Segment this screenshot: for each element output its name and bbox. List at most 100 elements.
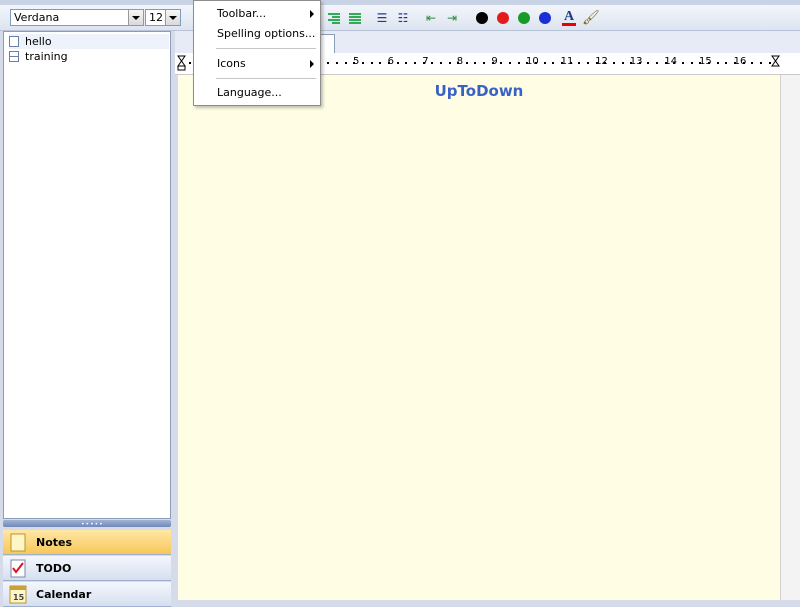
ruler-tick xyxy=(621,62,624,64)
ruler-tick xyxy=(422,62,425,64)
menu-separator xyxy=(216,48,316,49)
ruler-tick xyxy=(578,62,581,64)
ruler-tick xyxy=(517,62,520,64)
ruler-tick xyxy=(474,62,477,64)
right-indent-marker[interactable] xyxy=(771,55,780,71)
ruler-tick xyxy=(699,62,702,64)
submenu-arrow-icon xyxy=(310,60,314,68)
menu-item-language[interactable]: Language... xyxy=(196,83,318,103)
menu-item-toolbar[interactable]: Toolbar... xyxy=(196,4,318,24)
font-color-icon[interactable]: A xyxy=(561,9,577,27)
left-indent-marker[interactable] xyxy=(177,55,186,71)
ruler-tick xyxy=(569,62,572,64)
highlight-brush-icon[interactable]: 🖌 xyxy=(582,10,600,26)
menu-item-label: Toolbar... xyxy=(217,7,267,20)
menu-item-label: Spelling options... xyxy=(217,27,316,40)
ruler-tick xyxy=(716,62,719,64)
menu-item-icons[interactable]: Icons xyxy=(196,54,318,74)
font-name-value: Verdana xyxy=(14,11,60,24)
todo-icon xyxy=(10,559,26,578)
ruler-tick xyxy=(362,62,364,64)
note-editor[interactable]: UpToDown xyxy=(178,75,780,600)
calendar-icon-day: 15 xyxy=(13,593,25,602)
ruler-tick xyxy=(768,62,771,64)
ruler-tick xyxy=(742,62,745,64)
font-name-select[interactable]: Verdana xyxy=(10,9,144,26)
ruler-tick xyxy=(344,62,347,64)
ruler-tick xyxy=(647,62,650,64)
ruler-tick xyxy=(379,62,382,64)
ruler-tick xyxy=(708,62,710,64)
font-size-value: 12 xyxy=(149,11,163,24)
ruler-tick xyxy=(448,62,451,64)
editor-vertical-scrollbar[interactable] xyxy=(780,75,800,600)
indent-decrease-icon[interactable]: ⇤ xyxy=(423,11,439,25)
ruler-tick xyxy=(630,62,633,64)
ruler-tick xyxy=(396,62,399,64)
ruler-tick xyxy=(457,62,460,64)
ruler-tick xyxy=(535,62,537,64)
ruler-tick xyxy=(405,62,408,64)
nav-notes-label: Notes xyxy=(36,536,73,549)
color-blue-button[interactable] xyxy=(539,12,551,24)
menu-item-label: Language... xyxy=(217,86,282,99)
ruler-tick xyxy=(500,62,503,64)
ruler-tick xyxy=(656,62,659,64)
ruler-tick xyxy=(509,62,512,64)
ruler-tick xyxy=(189,62,191,64)
color-black-button[interactable] xyxy=(476,12,488,24)
ruler-tick xyxy=(370,62,373,64)
nav-notes-button[interactable]: Notes xyxy=(3,530,171,555)
ruler-tick xyxy=(543,62,546,64)
nav-todo-button[interactable]: TODO xyxy=(3,556,171,581)
indent-increase-icon[interactable]: ⇥ xyxy=(444,11,460,25)
menu-item-spelling-options[interactable]: Spelling options... xyxy=(196,24,318,44)
color-green-button[interactable] xyxy=(518,12,530,24)
tree-item-label: training xyxy=(25,50,68,63)
ruler-tick xyxy=(413,62,416,64)
tree-item-training[interactable]: training xyxy=(9,49,68,64)
options-dropdown-menu: Toolbar... Spelling options... Icons Lan… xyxy=(193,0,321,106)
ruler-tick xyxy=(682,62,685,64)
bullet-list-icon[interactable]: ☰ xyxy=(374,11,390,25)
numbered-list-icon[interactable]: ☷ xyxy=(395,11,411,25)
ruler-tick xyxy=(612,62,615,64)
ruler-tick xyxy=(491,62,494,64)
ruler-tick xyxy=(431,62,434,64)
font-size-dropdown-icon[interactable] xyxy=(165,10,180,25)
pane-splitter[interactable]: ••••• xyxy=(3,520,171,528)
ruler-tick xyxy=(353,62,356,64)
menu-separator xyxy=(216,78,316,79)
nav-calendar-label: Calendar xyxy=(36,588,92,601)
align-right-icon[interactable] xyxy=(326,11,342,25)
ruler-tick xyxy=(552,62,555,64)
ruler-tick xyxy=(690,62,693,64)
calendar-icon: 15 xyxy=(9,585,27,604)
ruler-tick xyxy=(664,62,667,64)
tree-item-label: hello xyxy=(25,35,52,48)
ruler-tick xyxy=(465,62,468,64)
ruler-tick xyxy=(560,62,563,64)
ruler-tick xyxy=(638,62,641,64)
ruler-tick xyxy=(604,62,607,64)
ruler-tick xyxy=(439,62,442,64)
ruler-tick xyxy=(673,62,676,64)
menu-item-label: Icons xyxy=(217,57,246,70)
ruler-tick xyxy=(733,62,736,64)
ruler-tick xyxy=(759,62,762,64)
ruler-tick xyxy=(725,62,728,64)
font-name-dropdown-icon[interactable] xyxy=(128,10,143,25)
ruler-tick xyxy=(586,62,589,64)
align-justify-icon[interactable] xyxy=(347,11,363,25)
ruler-tick xyxy=(327,62,330,64)
submenu-arrow-icon xyxy=(310,10,314,18)
ruler-tick xyxy=(387,62,390,64)
ruler-tick xyxy=(483,62,486,64)
nav-todo-label: TODO xyxy=(36,562,72,575)
ruler-tick xyxy=(751,62,754,64)
ruler-tick xyxy=(595,62,598,64)
tree-item-hello[interactable]: hello xyxy=(9,34,169,49)
font-size-select[interactable]: 12 xyxy=(145,9,181,26)
color-red-button[interactable] xyxy=(497,12,509,24)
nav-calendar-button[interactable]: 15 Calendar xyxy=(3,582,171,607)
